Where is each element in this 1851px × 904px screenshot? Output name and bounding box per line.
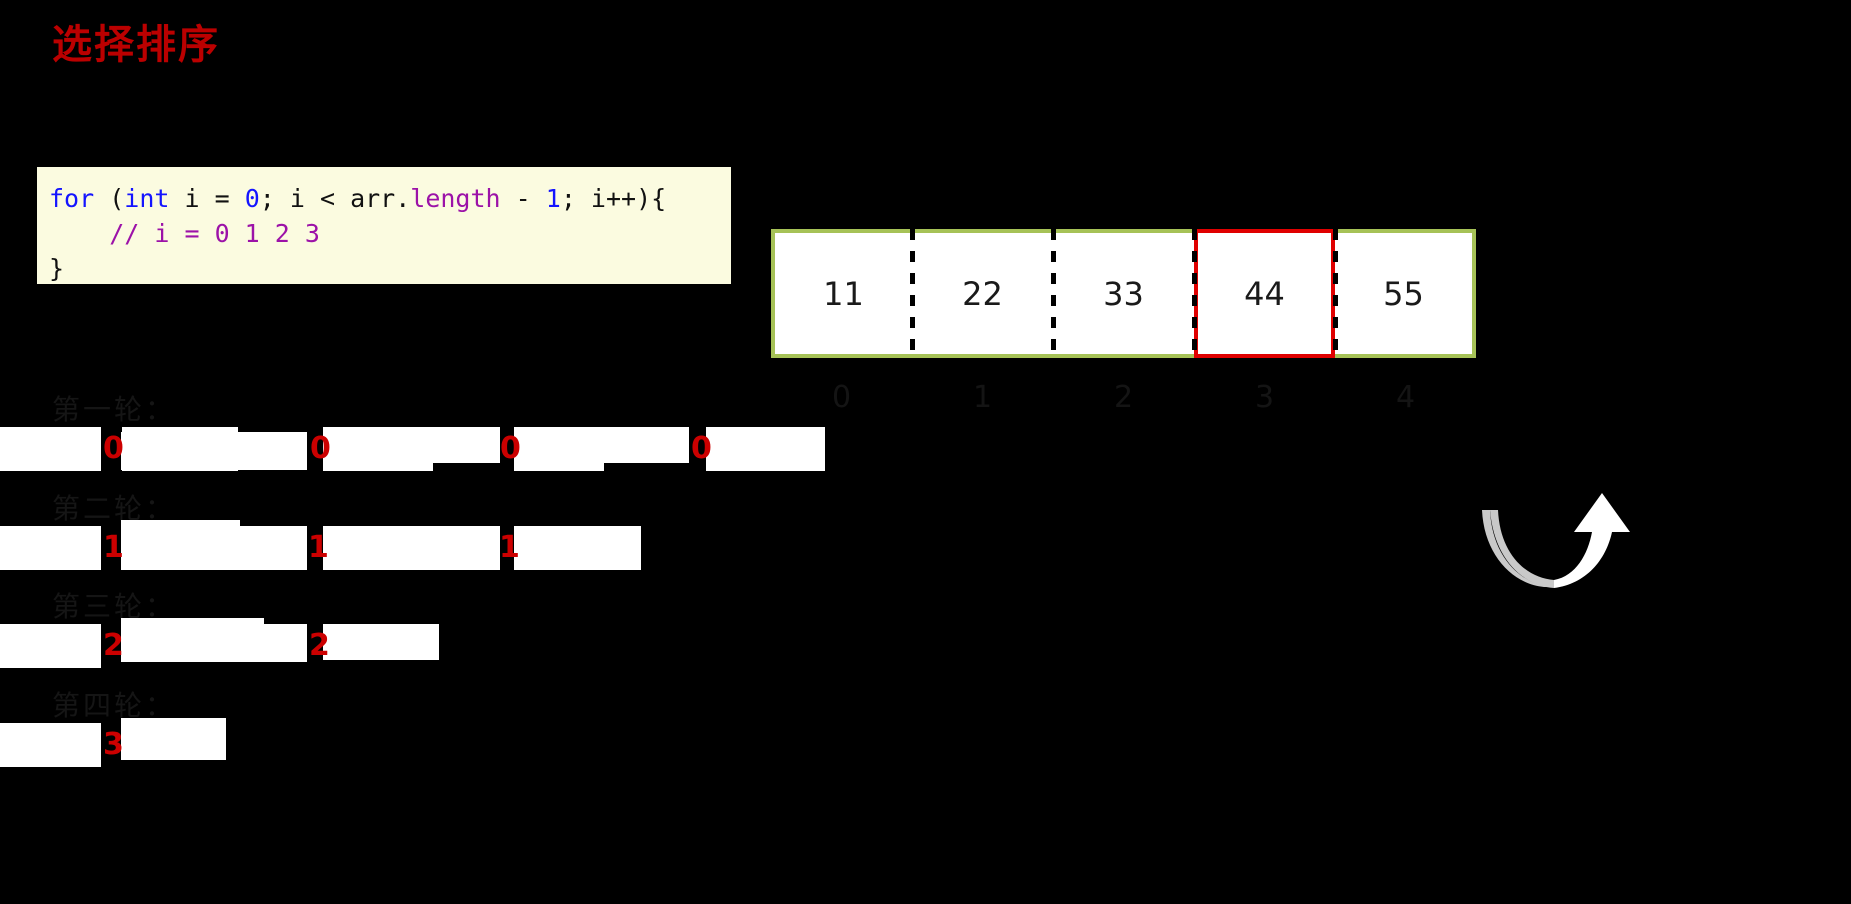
- array-cell[interactable]: 11: [771, 229, 912, 358]
- redaction-block: [121, 624, 307, 662]
- array-index-labels: 0 1 2 3 4: [771, 380, 1476, 415]
- redaction-block: [121, 526, 307, 570]
- round-index-digit: 3: [103, 727, 124, 762]
- code-token: // i = 0 1 2 3: [109, 219, 320, 248]
- round-index-digit: 2: [103, 628, 124, 663]
- code-line: }: [49, 251, 731, 284]
- swap-arrow-icon: [1482, 488, 1667, 598]
- round-index-digit: 0: [310, 431, 331, 466]
- round-index-digit: 1: [499, 530, 520, 565]
- code-token: i =: [169, 184, 245, 213]
- redaction-block: [323, 624, 439, 660]
- code-line: // i = 0 1 2 3: [49, 216, 731, 251]
- round-index-digit: 0: [691, 431, 712, 466]
- code-token: ; i++){: [560, 184, 667, 213]
- code-token: int: [124, 184, 170, 213]
- page-title: 选择排序: [52, 22, 220, 67]
- array-index-label: 2: [1113, 380, 1134, 415]
- array-index-label: 4: [1395, 380, 1416, 415]
- redaction-block: [0, 526, 101, 570]
- round-index-digit: 0: [103, 431, 124, 466]
- redaction-block: [122, 427, 238, 471]
- array-index-label: 0: [831, 380, 852, 415]
- code-token: 0: [244, 184, 260, 213]
- code-token: 1: [545, 184, 561, 213]
- code-line: for (int i = 0; i < arr.length - 1; i++)…: [49, 181, 731, 216]
- array-cell-separator: [1333, 229, 1338, 358]
- code-token: }: [49, 254, 65, 283]
- array-cell-value: 55: [1383, 274, 1424, 313]
- redaction-block: [0, 624, 101, 668]
- array-cell-value: 44: [1244, 274, 1285, 313]
- array-index-label: 1: [972, 380, 993, 415]
- array-cell[interactable]: 44: [1194, 229, 1335, 358]
- code-block: for (int i = 0; i < arr.length - 1; i++)…: [37, 167, 731, 284]
- code-token: length: [410, 184, 501, 213]
- code-token: (: [109, 184, 125, 213]
- redaction-block: [323, 432, 433, 471]
- code-token: for: [49, 184, 110, 213]
- round-label: 第一轮：: [52, 395, 177, 426]
- redaction-block: [323, 526, 500, 570]
- redaction-block: [706, 427, 825, 471]
- redaction-block: [514, 432, 604, 471]
- code-token: -: [500, 184, 546, 213]
- array-cell[interactable]: 33: [1053, 229, 1194, 358]
- array-cell-value: 11: [823, 274, 864, 313]
- array-cell-separator: [1192, 229, 1197, 358]
- redaction-block: [0, 427, 101, 471]
- array-cell-value: 33: [1103, 274, 1144, 313]
- round-index-digit: 1: [103, 530, 124, 565]
- array-cell[interactable]: 22: [912, 229, 1053, 358]
- array-visualization: 11 22 33 44 55: [771, 229, 1476, 358]
- array-cell[interactable]: 55: [1335, 229, 1476, 358]
- array-cell-separator: [1051, 229, 1056, 358]
- round-index-digit: 0: [500, 431, 521, 466]
- redaction-block: [514, 526, 641, 570]
- redaction-block: [121, 718, 226, 760]
- round-index-digit: 1: [308, 530, 329, 565]
- array-index-label: 3: [1254, 380, 1275, 415]
- redaction-block: [0, 723, 101, 767]
- array-cell-value: 22: [962, 274, 1003, 313]
- array-cell-separator: [910, 229, 915, 358]
- code-token: ; i < arr.: [259, 184, 411, 213]
- round-index-digit: 2: [309, 628, 330, 663]
